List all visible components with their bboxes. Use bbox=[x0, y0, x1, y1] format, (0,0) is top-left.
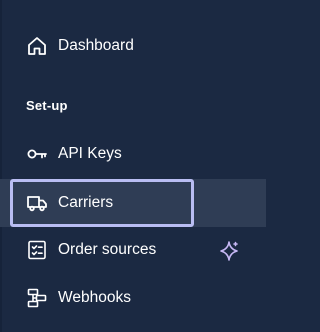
sidebar-item-api-keys[interactable]: API Keys bbox=[0, 132, 266, 176]
focus-ring bbox=[10, 179, 194, 227]
sidebar: Dashboard Set-up API Keys Carriers Order… bbox=[0, 0, 266, 332]
sidebar-item-label: Dashboard bbox=[58, 37, 134, 54]
sparkle-icon bbox=[218, 240, 240, 262]
home-icon bbox=[26, 35, 48, 57]
section-header-setup: Set-up bbox=[26, 98, 68, 113]
sidebar-item-label: API Keys bbox=[58, 145, 122, 162]
sidebar-item-webhooks[interactable]: Webhooks bbox=[0, 276, 266, 320]
checklist-icon bbox=[26, 239, 48, 261]
sidebar-item-dashboard[interactable]: Dashboard bbox=[0, 24, 266, 68]
sidebar-item-label: Webhooks bbox=[58, 289, 131, 306]
webhook-icon bbox=[26, 287, 48, 309]
key-icon bbox=[26, 143, 48, 165]
sidebar-item-label: Order sources bbox=[58, 241, 157, 258]
